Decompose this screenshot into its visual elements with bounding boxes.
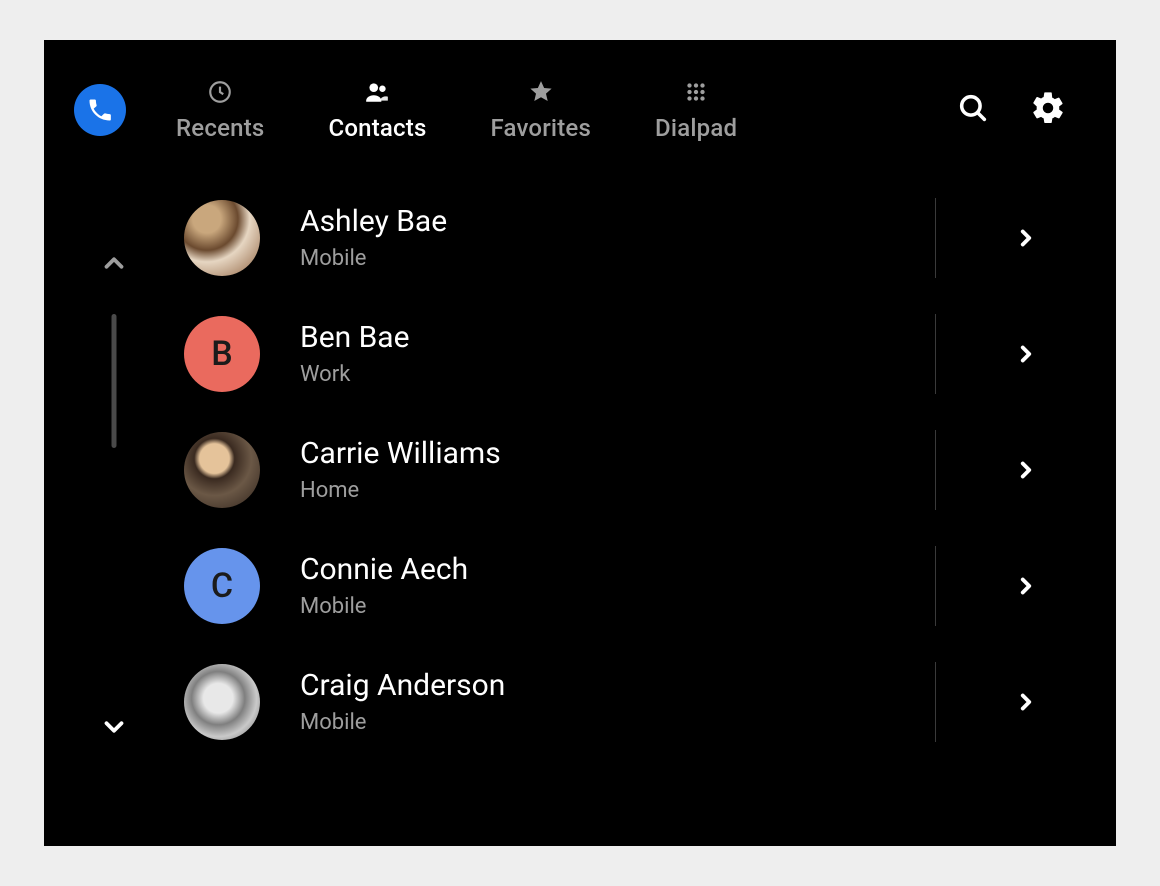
contact-name: Ben Bae	[300, 321, 936, 356]
tab-favorites[interactable]: Favorites	[491, 78, 592, 142]
dialpad-icon	[682, 78, 710, 106]
contact-detail-button[interactable]	[936, 180, 1116, 296]
gear-icon	[1030, 90, 1066, 126]
contacts-list: Ashley Bae Mobile B Ben Bae Work	[184, 180, 1116, 774]
contact-row[interactable]: Carrie Williams Home	[184, 412, 1116, 528]
contact-info: Carrie Williams Home	[300, 437, 936, 503]
chevron-right-icon	[1013, 573, 1039, 599]
tab-label: Contacts	[328, 114, 426, 142]
contact-name: Ashley Bae	[300, 205, 936, 240]
avatar	[184, 200, 260, 276]
avatar	[184, 664, 260, 740]
contact-info: Ashley Bae Mobile	[300, 205, 936, 271]
chevron-right-icon	[1013, 225, 1039, 251]
tab-label: Favorites	[491, 114, 592, 142]
contact-info: Craig Anderson Mobile	[300, 669, 936, 735]
tab-contacts[interactable]: Contacts	[328, 78, 426, 142]
row-divider	[935, 662, 936, 742]
content-area: Ashley Bae Mobile B Ben Bae Work	[44, 180, 1116, 846]
settings-button[interactable]	[1030, 90, 1066, 130]
people-icon	[363, 78, 391, 106]
contact-type: Mobile	[300, 710, 936, 735]
avatar: B	[184, 316, 260, 392]
tab-dialpad[interactable]: Dialpad	[655, 78, 737, 142]
search-button[interactable]	[956, 91, 990, 129]
row-divider	[935, 546, 936, 626]
contact-type: Home	[300, 478, 936, 503]
contact-type: Work	[300, 362, 936, 387]
contact-row[interactable]: Ashley Bae Mobile	[184, 180, 1116, 296]
row-divider	[935, 314, 936, 394]
contact-name: Craig Anderson	[300, 669, 936, 704]
tab-label: Dialpad	[655, 114, 737, 142]
contact-detail-button[interactable]	[936, 528, 1116, 644]
clock-icon	[206, 78, 234, 106]
chevron-right-icon	[1013, 457, 1039, 483]
scroll-column	[44, 180, 184, 846]
contact-detail-button[interactable]	[936, 296, 1116, 412]
contact-type: Mobile	[300, 246, 936, 271]
contact-type: Mobile	[300, 594, 936, 619]
app-header: Recents Contacts Favor	[44, 40, 1116, 180]
phone-button[interactable]	[74, 84, 126, 136]
scroll-down-button[interactable]	[99, 712, 129, 746]
contact-info: Ben Bae Work	[300, 321, 936, 387]
search-icon	[956, 91, 990, 125]
contact-row[interactable]: C Connie Aech Mobile	[184, 528, 1116, 644]
star-icon	[527, 78, 555, 106]
row-divider	[935, 430, 936, 510]
chevron-down-icon	[99, 712, 129, 742]
chevron-right-icon	[1013, 689, 1039, 715]
tab-recents[interactable]: Recents	[176, 78, 264, 142]
header-actions	[956, 90, 1066, 130]
phone-icon	[86, 96, 114, 124]
contact-row[interactable]: B Ben Bae Work	[184, 296, 1116, 412]
avatar: C	[184, 548, 260, 624]
tab-bar: Recents Contacts Favor	[176, 78, 956, 142]
contact-row[interactable]: Craig Anderson Mobile	[184, 644, 1116, 760]
contact-detail-button[interactable]	[936, 412, 1116, 528]
chevron-up-icon	[99, 248, 129, 278]
dialer-app: Recents Contacts Favor	[44, 40, 1116, 846]
chevron-right-icon	[1013, 341, 1039, 367]
row-divider	[935, 198, 936, 278]
contact-detail-button[interactable]	[936, 644, 1116, 760]
contact-name: Connie Aech	[300, 553, 936, 588]
contact-name: Carrie Williams	[300, 437, 936, 472]
avatar	[184, 432, 260, 508]
scrollbar-thumb[interactable]	[112, 314, 117, 448]
tab-label: Recents	[176, 114, 264, 142]
contact-info: Connie Aech Mobile	[300, 553, 936, 619]
scroll-up-button[interactable]	[99, 248, 129, 282]
